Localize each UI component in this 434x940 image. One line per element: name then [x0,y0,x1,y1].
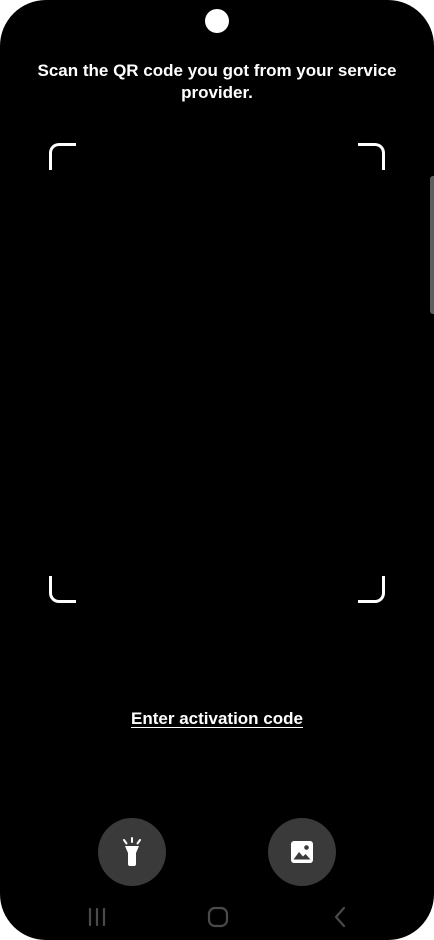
viewfinder-corner-top-left [49,143,76,170]
qr-scanner-screen: Scan the QR code you got from your servi… [0,0,434,940]
back-button[interactable] [310,894,370,940]
scrollbar[interactable] [430,176,434,314]
viewfinder-corner-bottom-right [358,576,385,603]
system-navigation-bar [0,894,434,940]
image-gallery-icon [291,841,313,863]
scan-instruction: Scan the QR code you got from your servi… [37,61,397,102]
flashlight-button[interactable] [98,818,166,886]
viewfinder-corner-top-right [358,143,385,170]
home-icon [207,906,229,928]
qr-viewfinder [49,143,385,603]
home-button[interactable] [188,894,248,940]
gallery-button[interactable] [268,818,336,886]
enter-activation-code-link[interactable]: Enter activation code [0,709,434,729]
viewfinder-corner-bottom-left [49,576,76,603]
recents-button[interactable] [67,894,127,940]
back-icon [334,906,346,928]
recents-icon [88,908,106,926]
flashlight-icon [123,837,141,866]
front-camera-cutout [205,9,229,33]
